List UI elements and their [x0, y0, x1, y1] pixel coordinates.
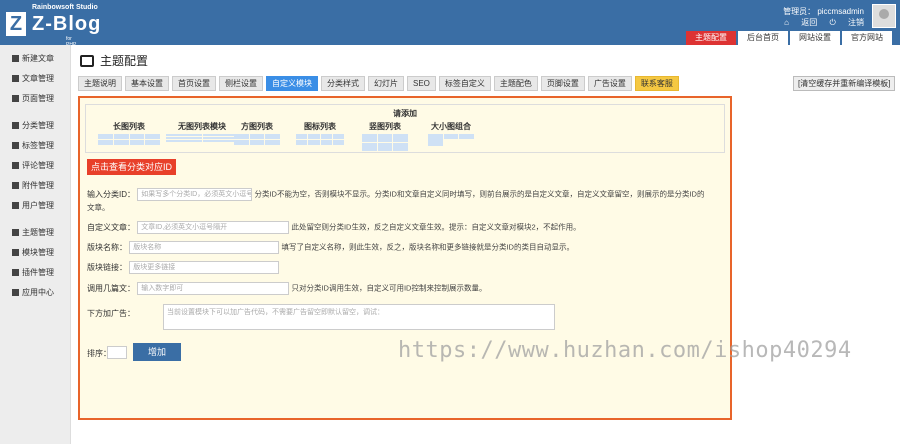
- module-icon-list[interactable]: 图标列表: [296, 121, 344, 145]
- category-id-hint: 分类ID不能为空，否则模块不显示。分类ID和文章自定义同时填写，则前台展示的是自…: [254, 189, 705, 199]
- page-title: 主题配置: [80, 52, 148, 69]
- category-id-hint-2: 文章。: [87, 203, 110, 212]
- top-tab-official-site[interactable]: 官方网站: [842, 31, 892, 45]
- module-long-image-list[interactable]: 长图列表: [98, 121, 160, 145]
- module-vertical-image-list[interactable]: 竖图列表: [362, 121, 408, 151]
- module-text-list[interactable]: 无图列表模块: [166, 121, 238, 142]
- category-id-hint-row: 文章。: [87, 202, 110, 213]
- logo-letter: Z: [6, 12, 26, 36]
- block-link-input[interactable]: 版块更多链接: [129, 261, 280, 274]
- user-label: 管理员： piccmsadmin: [783, 7, 864, 16]
- attachment-icon: [12, 182, 19, 189]
- ad-code-textarea[interactable]: 当前设置模块下可以加广告代码，不需要广告留空即默认留空，调试：: [163, 304, 555, 330]
- tab-theme-intro[interactable]: 主题说明: [78, 76, 122, 91]
- sidebar-item-posts[interactable]: 文章管理: [0, 70, 70, 87]
- sidebar-item-themes[interactable]: 主题管理: [0, 224, 70, 241]
- article-count-input[interactable]: 输入数字即可: [137, 282, 290, 295]
- category-icon: [12, 122, 19, 129]
- user-icon: [12, 202, 19, 209]
- custom-article-hint: 此处留空则分类ID生效，反之自定义文章生效。提示：自定义文章对模块2，不起作用。: [291, 222, 581, 232]
- add-button[interactable]: 增加: [133, 343, 181, 361]
- settings-tabs: 主题说明 基本设置 首页设置 侧栏设置 自定义模块 分类样式 幻灯片 SEO 标…: [78, 76, 679, 91]
- module-picker: 请添加 长图列表 无图列表模块 方图列表 图标列表 竖图列表 大小图组合: [85, 104, 725, 153]
- custom-article-row: 自定义文章： 文章ID,必须英文小逗号隔开 此处留空则分类ID生效，反之自定义文…: [87, 221, 581, 234]
- tab-basic[interactable]: 基本设置: [125, 76, 169, 91]
- app-header: Rainbowsoft Studio Z Z-Blog for PHP 管理员：…: [0, 0, 900, 48]
- comment-icon: [12, 162, 19, 169]
- module-mixed-size[interactable]: 大小图组合: [428, 121, 474, 146]
- sidebar-item-plugins[interactable]: 插件管理: [0, 264, 70, 281]
- tab-footer[interactable]: 页脚设置: [540, 76, 585, 91]
- block-name-row: 版块名称： 版块名称 填写了自定义名称，则此生效，反之，版块名称和更多链接就是分…: [87, 241, 574, 254]
- article-count-row: 调用几篇文： 输入数字即可 只对分类ID调用生效，自定义可用ID控制来控制展示数…: [87, 282, 486, 295]
- add-title: 请添加: [393, 109, 417, 118]
- article-icon: [12, 75, 19, 82]
- window-icon: [80, 55, 94, 67]
- block-link-row: 版块链接： 版块更多链接: [87, 261, 280, 274]
- top-tab-site-settings[interactable]: 网站设置: [790, 31, 840, 45]
- theme-icon: [12, 229, 19, 236]
- sidebar-item-app-center[interactable]: 应用中心: [0, 284, 70, 301]
- sidebar-item-categories[interactable]: 分类管理: [0, 117, 70, 134]
- block-name-label: 版块名称：: [87, 242, 127, 252]
- top-tab-theme-config[interactable]: 主题配置: [686, 31, 736, 45]
- module-square-image-list[interactable]: 方图列表: [234, 121, 280, 145]
- watermark: https://www.huzhan.com/ishop40294: [398, 338, 852, 363]
- sidebar-item-modules[interactable]: 模块管理: [0, 244, 70, 261]
- sidebar-item-attachments[interactable]: 附件管理: [0, 177, 70, 194]
- category-id-row: 输入分类ID： 如果写多个分类ID，必须英文小逗号隔开 分类ID不能为空，否则模…: [87, 188, 704, 201]
- tab-home[interactable]: 首页设置: [172, 76, 216, 91]
- sidebar-item-comments[interactable]: 评论管理: [0, 157, 70, 174]
- category-id-input[interactable]: 如果写多个分类ID，必须英文小逗号隔开: [137, 188, 253, 201]
- top-tabs: 主题配置 后台首页 网站设置 官方网站: [686, 31, 892, 45]
- tab-sidebar[interactable]: 侧栏设置: [219, 76, 263, 91]
- block-name-input[interactable]: 版块名称: [129, 241, 280, 254]
- ad-row: 下方加广告：: [87, 308, 135, 319]
- tab-colors[interactable]: 主题配色: [493, 76, 538, 91]
- edit-icon: [12, 55, 19, 62]
- article-count-label: 调用几篇文：: [87, 283, 135, 293]
- tab-category-style[interactable]: 分类样式: [321, 76, 365, 91]
- sidebar: 新建文章 文章管理 页面管理 分类管理 标签管理 评论管理 附件管理 用户管理 …: [0, 45, 71, 444]
- tab-contact-support[interactable]: 联系客服: [634, 76, 679, 91]
- back-link[interactable]: ⌂ 返回: [784, 18, 817, 27]
- sidebar-item-pages[interactable]: 页面管理: [0, 90, 70, 107]
- ad-label: 下方加广告：: [87, 309, 135, 318]
- sidebar-item-users[interactable]: 用户管理: [0, 197, 70, 214]
- top-tab-dashboard[interactable]: 后台首页: [738, 31, 788, 45]
- tab-seo[interactable]: SEO: [407, 76, 436, 91]
- sidebar-item-tags[interactable]: 标签管理: [0, 137, 70, 154]
- clear-cache-button[interactable]: [清空缓存并重新编译模板]: [793, 76, 896, 91]
- module-icon: [12, 249, 19, 256]
- plugin-icon: [12, 269, 19, 276]
- block-link-label: 版块链接：: [87, 262, 127, 272]
- studio-name: Rainbowsoft Studio: [32, 4, 98, 11]
- custom-article-input[interactable]: 文章ID,必须英文小逗号隔开: [137, 221, 290, 234]
- logout-link[interactable]: ⏻ 注销: [829, 18, 864, 27]
- avatar[interactable]: [872, 4, 896, 28]
- tab-ads[interactable]: 广告设置: [587, 76, 632, 91]
- app-center-icon: [12, 289, 19, 296]
- tab-custom-module[interactable]: 自定义模块: [266, 76, 318, 91]
- tab-custom-tags[interactable]: 标签自定义: [438, 76, 491, 91]
- brand-name: Z-Blog: [32, 13, 102, 35]
- tag-icon: [12, 142, 19, 149]
- user-links: ⌂ 返回 ⏻ 注销: [774, 17, 864, 28]
- block-name-hint: 填写了自定义名称，则此生效，反之，版块名称和更多链接就是分类ID的类目自动显示。: [281, 242, 574, 252]
- custom-article-label: 自定义文章：: [87, 222, 135, 232]
- tab-slider[interactable]: 幻灯片: [368, 76, 404, 91]
- sidebar-item-new-post[interactable]: 新建文章: [0, 50, 70, 67]
- article-count-hint: 只对分类ID调用生效，自定义可用ID控制来控制展示数量。: [291, 283, 487, 293]
- category-id-label: 输入分类ID：: [87, 189, 135, 199]
- sort-input[interactable]: [107, 346, 127, 359]
- page-icon: [12, 95, 19, 102]
- custom-module-panel: 请添加 长图列表 无图列表模块 方图列表 图标列表 竖图列表 大小图组合 点击查…: [78, 96, 732, 420]
- view-category-ids-button[interactable]: 点击查看分类对应ID: [87, 159, 177, 175]
